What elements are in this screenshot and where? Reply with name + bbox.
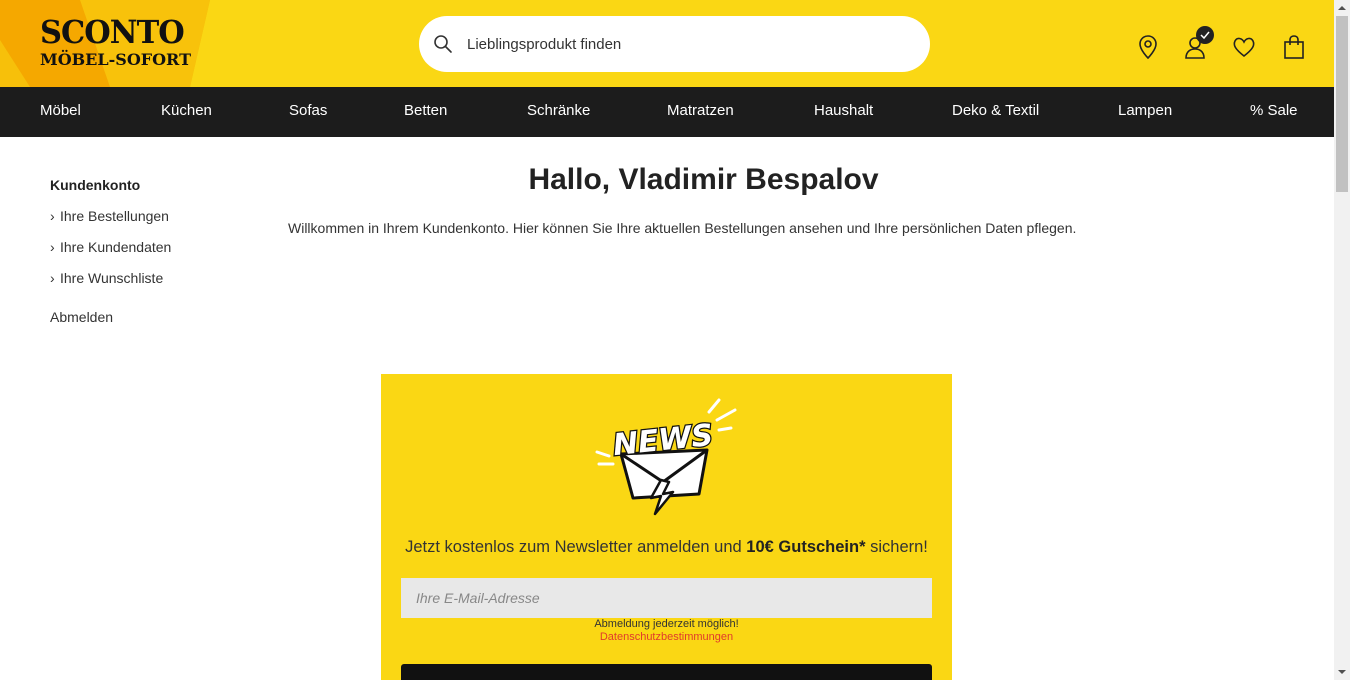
- logout-link[interactable]: Abmelden: [50, 309, 113, 325]
- search-input[interactable]: [467, 30, 907, 58]
- nav-item-lampen[interactable]: Lampen: [1118, 102, 1172, 119]
- scrollbar[interactable]: [1334, 0, 1350, 680]
- logo-wordmark: SCONTO: [40, 13, 185, 51]
- nav-item-deko-textil[interactable]: Deko & Textil: [952, 102, 1039, 119]
- nav-item-haushalt[interactable]: Haushalt: [814, 102, 873, 119]
- scroll-up-arrow-icon[interactable]: [1334, 0, 1350, 16]
- site-header: SCONTO MÖBEL-SOFORT: [0, 0, 1334, 87]
- chevron-right-icon: ›: [50, 208, 55, 224]
- scrollbar-thumb[interactable]: [1336, 16, 1348, 192]
- email-field[interactable]: [401, 578, 932, 618]
- checkmark-icon: [1200, 31, 1210, 40]
- welcome-text: Willkommen in Ihrem Kundenkonto. Hier kö…: [288, 220, 1077, 236]
- nav-item-matratzen[interactable]: Matratzen: [667, 102, 734, 119]
- main-navigation: Möbel Küchen Sofas Betten Schränke Matra…: [0, 87, 1334, 137]
- logged-in-badge: [1196, 26, 1214, 44]
- privacy-link[interactable]: Datenschutzbestimmungen: [381, 631, 952, 643]
- nav-item-sofas[interactable]: Sofas: [289, 102, 327, 119]
- sidebar-item-label: Ihre Bestellungen: [60, 208, 169, 224]
- newsletter-text-start: Jetzt kostenlos zum Newsletter anmelden …: [405, 538, 747, 556]
- nav-item-moebel[interactable]: Möbel: [40, 102, 81, 119]
- nav-item-betten[interactable]: Betten: [404, 102, 447, 119]
- sidebar-item-label: Ihre Wunschliste: [60, 270, 164, 286]
- heart-icon[interactable]: [1231, 34, 1257, 60]
- shopping-bag-icon[interactable]: [1281, 34, 1307, 60]
- newsletter-box: NEWS Jetzt kostenlos zum Newsletter anme…: [381, 374, 952, 680]
- chevron-right-icon: ›: [50, 239, 55, 255]
- logo-tagline: MÖBEL-SOFORT: [40, 50, 191, 69]
- newsletter-text-end: sichern!: [865, 538, 928, 556]
- page-title: Hallo, Vladimir Bespalov: [528, 163, 879, 196]
- newsletter-submit-button[interactable]: [401, 664, 932, 680]
- location-pin-icon[interactable]: [1135, 34, 1161, 60]
- news-envelope-icon: NEWS: [595, 398, 737, 516]
- nav-item-kuechen[interactable]: Küchen: [161, 102, 212, 119]
- sidebar-title: Kundenkonto: [50, 177, 141, 193]
- nav-item-sale[interactable]: % Sale: [1250, 102, 1298, 119]
- nav-item-schraenke[interactable]: Schränke: [527, 102, 590, 119]
- sidebar-item-label: Ihre Kundendaten: [60, 239, 172, 255]
- search-bar[interactable]: [419, 16, 930, 72]
- sidebar-item-orders[interactable]: › Ihre Bestellungen: [50, 208, 169, 224]
- unsubscribe-note: Abmeldung jederzeit möglich!: [594, 618, 739, 630]
- sconto-logo[interactable]: SCONTO MÖBEL-SOFORT: [0, 0, 210, 87]
- newsletter-text: Jetzt kostenlos zum Newsletter anmelden …: [381, 538, 952, 557]
- search-icon[interactable]: [433, 34, 453, 54]
- scroll-down-arrow-icon[interactable]: [1334, 664, 1350, 680]
- newsletter-voucher: 10€ Gutschein*: [746, 538, 866, 556]
- sidebar-item-customer-data[interactable]: › Ihre Kundendaten: [50, 239, 171, 255]
- sidebar-item-wishlist[interactable]: › Ihre Wunschliste: [50, 270, 163, 286]
- chevron-right-icon: ›: [50, 270, 55, 286]
